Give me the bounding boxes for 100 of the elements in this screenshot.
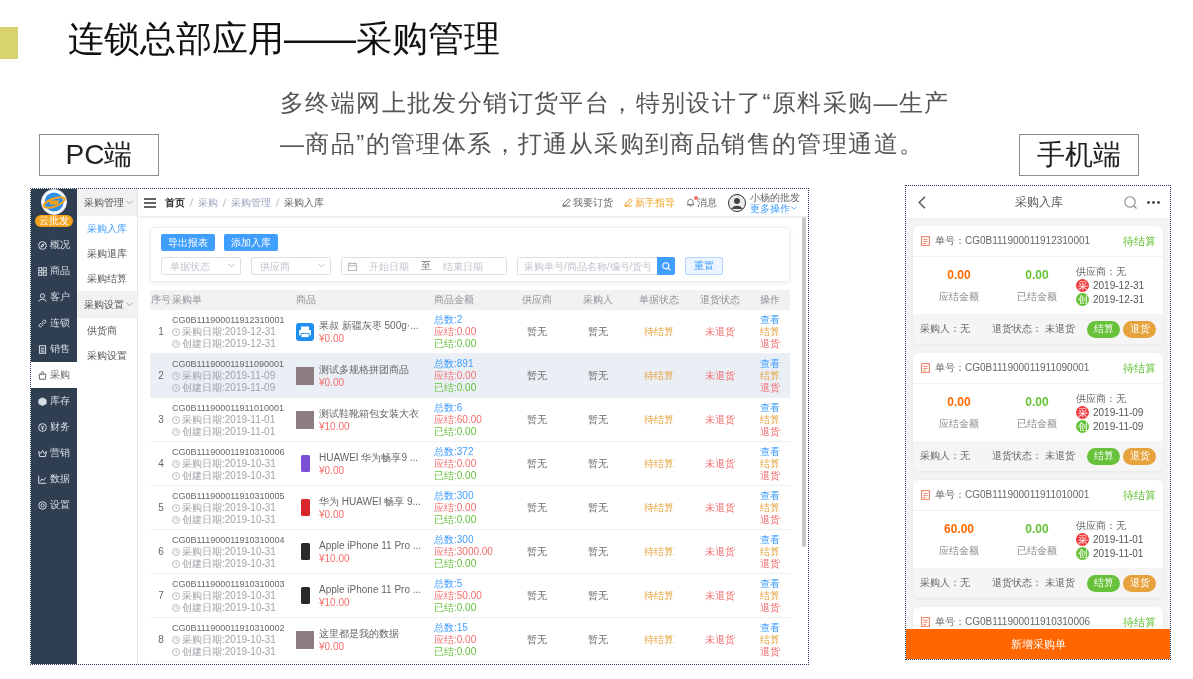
settle-link[interactable]: 结算: [760, 633, 780, 646]
buyer-name: 暂无: [587, 544, 608, 559]
settle-link[interactable]: 结算: [760, 501, 780, 514]
return-link[interactable]: 退货: [760, 513, 780, 526]
nav-item[interactable]: 数据: [31, 466, 77, 492]
submenu-item[interactable]: 采购结算: [77, 266, 137, 291]
buyer-name: 暂无: [587, 500, 608, 515]
total-count: 总数:6: [434, 401, 463, 414]
submenu-group[interactable]: 采购管理: [77, 189, 137, 216]
return-button[interactable]: 退货: [1123, 320, 1156, 338]
breadcrumb-link[interactable]: 采购管理: [231, 195, 271, 210]
nav-item[interactable]: 库存: [31, 388, 77, 414]
slide-description: 多终端网上批发分销订货平台，特别设计了“原料采购—生产—商品”的管理体系，打通从采购到商品销售的管理通道。: [280, 88, 951, 159]
return-link[interactable]: 退货: [760, 645, 780, 658]
return-link[interactable]: 退货: [760, 557, 780, 570]
settle-button[interactable]: 结算: [1087, 320, 1120, 338]
view-link[interactable]: 查看: [760, 313, 780, 326]
document-status: 待结算: [643, 588, 674, 603]
avatar-icon[interactable]: [728, 193, 746, 212]
scrollbar-thumb[interactable]: [802, 217, 806, 547]
search-button[interactable]: [657, 257, 675, 275]
payable-amount: 60.00: [944, 521, 974, 536]
settle-button[interactable]: 结算: [1087, 447, 1120, 465]
view-link[interactable]: 查看: [760, 533, 780, 546]
settle-link[interactable]: 结算: [760, 457, 780, 470]
document-icon: [38, 344, 47, 354]
messages-link[interactable]: 消息: [686, 195, 717, 210]
view-link[interactable]: 查看: [760, 621, 780, 634]
crown-icon: [38, 448, 47, 458]
bell-icon: [686, 198, 695, 207]
more-icon[interactable]: [1147, 200, 1160, 204]
submenu-item[interactable]: 采购退库: [77, 241, 137, 266]
nav-item[interactable]: 营销: [31, 440, 77, 466]
order-card[interactable]: 单号：CG0B111900011911010001 待结算 60.00 应结金额 0.00 已结金额 供应商：无 采 2019-11-01 创 2019-11-01 采购人：无 退货状态： 未退货 结算 退货: [913, 480, 1163, 598]
paid-amount: 0.00: [1025, 521, 1049, 536]
return-link[interactable]: 退货: [760, 469, 780, 482]
order-card[interactable]: 单号：CG0B111900011910310006 待结算: [913, 607, 1163, 629]
return-link[interactable]: 退货: [760, 337, 780, 350]
breadcrumb-link[interactable]: 首页: [165, 195, 185, 210]
settle-link[interactable]: 结算: [760, 589, 780, 602]
back-icon[interactable]: [918, 195, 926, 209]
more-actions-link[interactable]: 更多操作: [750, 202, 797, 214]
order-link[interactable]: 我要订货: [562, 195, 613, 210]
return-link[interactable]: 退货: [760, 425, 780, 438]
clock-icon: [172, 427, 180, 436]
nav-item[interactable]: 客户: [31, 284, 77, 310]
nav-item[interactable]: 销售: [31, 336, 77, 362]
settle-link[interactable]: 结算: [760, 369, 780, 382]
nav-item[interactable]: 商品: [31, 258, 77, 284]
view-link[interactable]: 查看: [760, 489, 780, 502]
view-link[interactable]: 查看: [760, 445, 780, 458]
supplier-name: 供应商：无: [1076, 265, 1126, 278]
search-icon[interactable]: [1124, 195, 1137, 209]
submenu-group[interactable]: 采购设置: [77, 291, 137, 318]
order-card[interactable]: 单号：CG0B111900011912310001 待结算 0.00 应结金额 0.00 已结金额 供应商：无 采 2019-12-31 创 2019-12-31 采购人：无 退货状态： 未退货 结算 退货: [913, 226, 1163, 344]
settle-link[interactable]: 结算: [760, 545, 780, 558]
return-button[interactable]: 退货: [1123, 574, 1156, 592]
submenu-item[interactable]: 采购入库: [77, 216, 137, 241]
payable-amount: 0.00: [947, 394, 971, 409]
return-button[interactable]: 退货: [1123, 447, 1156, 465]
create-date: 创建日期:2019-11-09: [182, 381, 276, 394]
return-link[interactable]: 退货: [760, 601, 780, 614]
view-link[interactable]: 查看: [760, 401, 780, 414]
reset-button[interactable]: 重置: [685, 257, 723, 275]
settle-button[interactable]: 结算: [1087, 574, 1120, 592]
menu-icon[interactable]: [144, 197, 156, 208]
payable-amount: 应结:0.00: [434, 369, 477, 382]
return-status: 未退货: [704, 368, 735, 383]
nav-item[interactable]: 概况: [31, 232, 77, 258]
calendar-icon: [348, 261, 357, 271]
settle-link[interactable]: 结算: [760, 325, 780, 338]
payable-amount: 应结:0.00: [434, 457, 477, 470]
view-link[interactable]: 查看: [760, 357, 780, 370]
submenu-item[interactable]: 供货商: [77, 318, 137, 343]
return-status: 未退货: [704, 544, 735, 559]
settle-link[interactable]: 结算: [760, 413, 780, 426]
nav-item[interactable]: 采购: [31, 362, 77, 388]
caret-icon: [228, 263, 235, 268]
submenu-item[interactable]: 采购设置: [77, 343, 137, 368]
total-count: 总数:372: [434, 445, 474, 458]
document-status: 待结算: [643, 500, 674, 515]
payable-label: 应结金额: [939, 416, 979, 431]
action-button[interactable]: 添加入库: [224, 234, 278, 251]
guide-link[interactable]: 新手指导: [624, 195, 675, 210]
view-link[interactable]: 查看: [760, 577, 780, 590]
action-button[interactable]: 导出报表: [161, 234, 215, 251]
product-price: ¥10.00: [319, 551, 350, 565]
nav-item[interactable]: 设置: [31, 492, 77, 518]
add-order-button[interactable]: 新增采购单: [906, 629, 1170, 659]
range-separator: 至: [421, 259, 431, 273]
caret-icon: [126, 200, 133, 205]
nav-item[interactable]: 财务: [31, 414, 77, 440]
create-badge: 创: [1076, 293, 1089, 306]
nav-item[interactable]: 连锁: [31, 310, 77, 336]
order-status: 待结算: [1123, 360, 1156, 376]
breadcrumb-link[interactable]: 采购: [198, 195, 218, 210]
order-status: 待结算: [1123, 233, 1156, 249]
row-number: 7: [158, 590, 164, 601]
order-card[interactable]: 单号：CG0B111900011911090001 待结算 0.00 应结金额 0.00 已结金额 供应商：无 采 2019-11-09 创 2019-11-09 采购人：无 退货状态： 未退货 结算 退货: [913, 353, 1163, 471]
return-link[interactable]: 退货: [760, 381, 780, 394]
